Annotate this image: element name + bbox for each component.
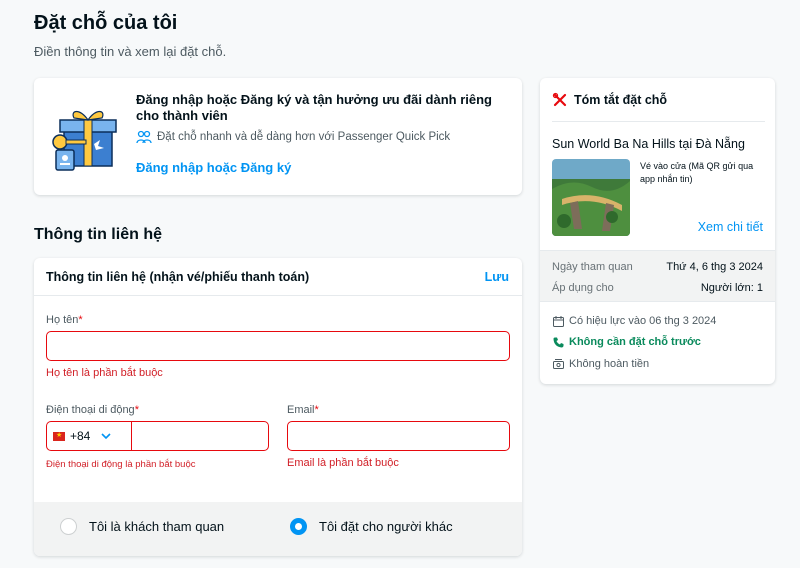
radio-other-label: Tôi đặt cho người khác [319,519,453,534]
booking-for-options: Tôi là khách tham quan Tôi đặt cho người… [34,502,522,556]
ticket-description: Vé vào cửa (Mã QR gửi qua app nhắn tin) [640,161,754,184]
gift-key-icon [52,110,117,171]
quick-pick-text: Đặt chỗ nhanh và dễ dàng hơn với Passeng… [157,131,451,143]
radio-other[interactable]: Tôi đặt cho người khác [290,518,453,535]
contact-card-title: Thông tin liên hệ (nhận vé/phiếu thanh t… [46,270,310,284]
visit-date-value: Thứ 4, 6 thg 3 2024 [666,261,763,273]
phone-input[interactable] [131,421,269,451]
chevron-down-icon [101,433,111,440]
email-label: Email* [287,404,319,416]
login-register-link[interactable]: Đăng nhập hoặc Đăng ký [136,160,291,175]
name-label: Họ tên* [46,314,83,326]
valid-date-text: Có hiệu lực vào 06 thg 3 2024 [569,315,717,327]
phone-icon [553,337,564,347]
applies-value: Người lớn: 1 [700,282,763,294]
save-button[interactable]: Lưu [485,270,509,284]
calendar-icon [553,315,564,327]
email-input[interactable] [287,421,510,451]
passengers-icon [136,130,152,144]
summary-info-band: Ngày tham quan Thứ 4, 6 thg 3 2024 Áp dụ… [540,250,775,302]
country-code-select[interactable]: +84 [46,421,131,451]
summary-title: Tóm tắt đặt chỗ [574,93,668,107]
phone-label: Điện thoại di động* [46,404,139,416]
product-name: Sun World Ba Na Hills tại Đà Nẵng [552,137,745,151]
no-refund-policy: Không hoàn tiền [553,358,649,370]
login-promo-title: Đăng nhập hoặc Đăng ký và tận hưởng ưu đ… [136,92,492,123]
page-subtitle: Điền thông tin và xem lại đặt chỗ. [34,44,227,59]
view-details-link[interactable]: Xem chi tiết [698,220,763,234]
no-refund-text: Không hoàn tiền [569,358,650,370]
name-error: Họ tên là phần bắt buộc [46,367,163,379]
summary-header: Tóm tắt đặt chỗ [552,92,667,108]
vietnam-flag-icon [53,431,65,441]
booking-summary-card: Tóm tắt đặt chỗ Sun World Ba Na Hills tạ… [540,78,775,384]
name-input[interactable] [46,331,510,361]
country-code-value: +84 [70,429,91,443]
no-reservation-text: Không cần đặt chỗ trước [569,336,701,348]
visit-date-row: Ngày tham quan Thứ 4, 6 thg 3 2024 [552,261,763,273]
radio-visitor-label: Tôi là khách tham quan [89,519,225,534]
applies-row: Áp dụng cho Người lớn: 1 [552,282,763,294]
ticket-icon [552,92,567,107]
applies-label: Áp dụng cho [552,282,614,294]
radio-visitor[interactable]: Tôi là khách tham quan [60,518,224,535]
summary-divider [552,121,765,122]
valid-date-policy: Có hiệu lực vào 06 thg 3 2024 [553,315,716,327]
contact-section-title: Thông tin liên hệ [34,226,162,243]
radio-visitor-circle[interactable] [60,518,77,535]
login-card: Đăng nhập hoặc Đăng ký và tận hưởng ưu đ… [34,78,522,195]
page-title: Đặt chỗ của tôi [34,12,178,34]
quick-pick-row: Đặt chỗ nhanh và dễ dàng hơn với Passeng… [136,130,450,144]
no-refund-icon [553,358,564,369]
product-thumbnail [552,159,630,236]
radio-other-circle[interactable] [290,518,307,535]
visit-date-label: Ngày tham quan [552,261,633,273]
email-error: Email là phần bắt buộc [287,457,399,469]
phone-error: Điện thoại di động là phần bắt buộc [46,459,196,470]
contact-card: Thông tin liên hệ (nhận vé/phiếu thanh t… [34,258,522,556]
contact-card-header: Thông tin liên hệ (nhận vé/phiếu thanh t… [34,258,522,296]
no-reservation-policy: Không cần đặt chỗ trước [553,336,701,348]
